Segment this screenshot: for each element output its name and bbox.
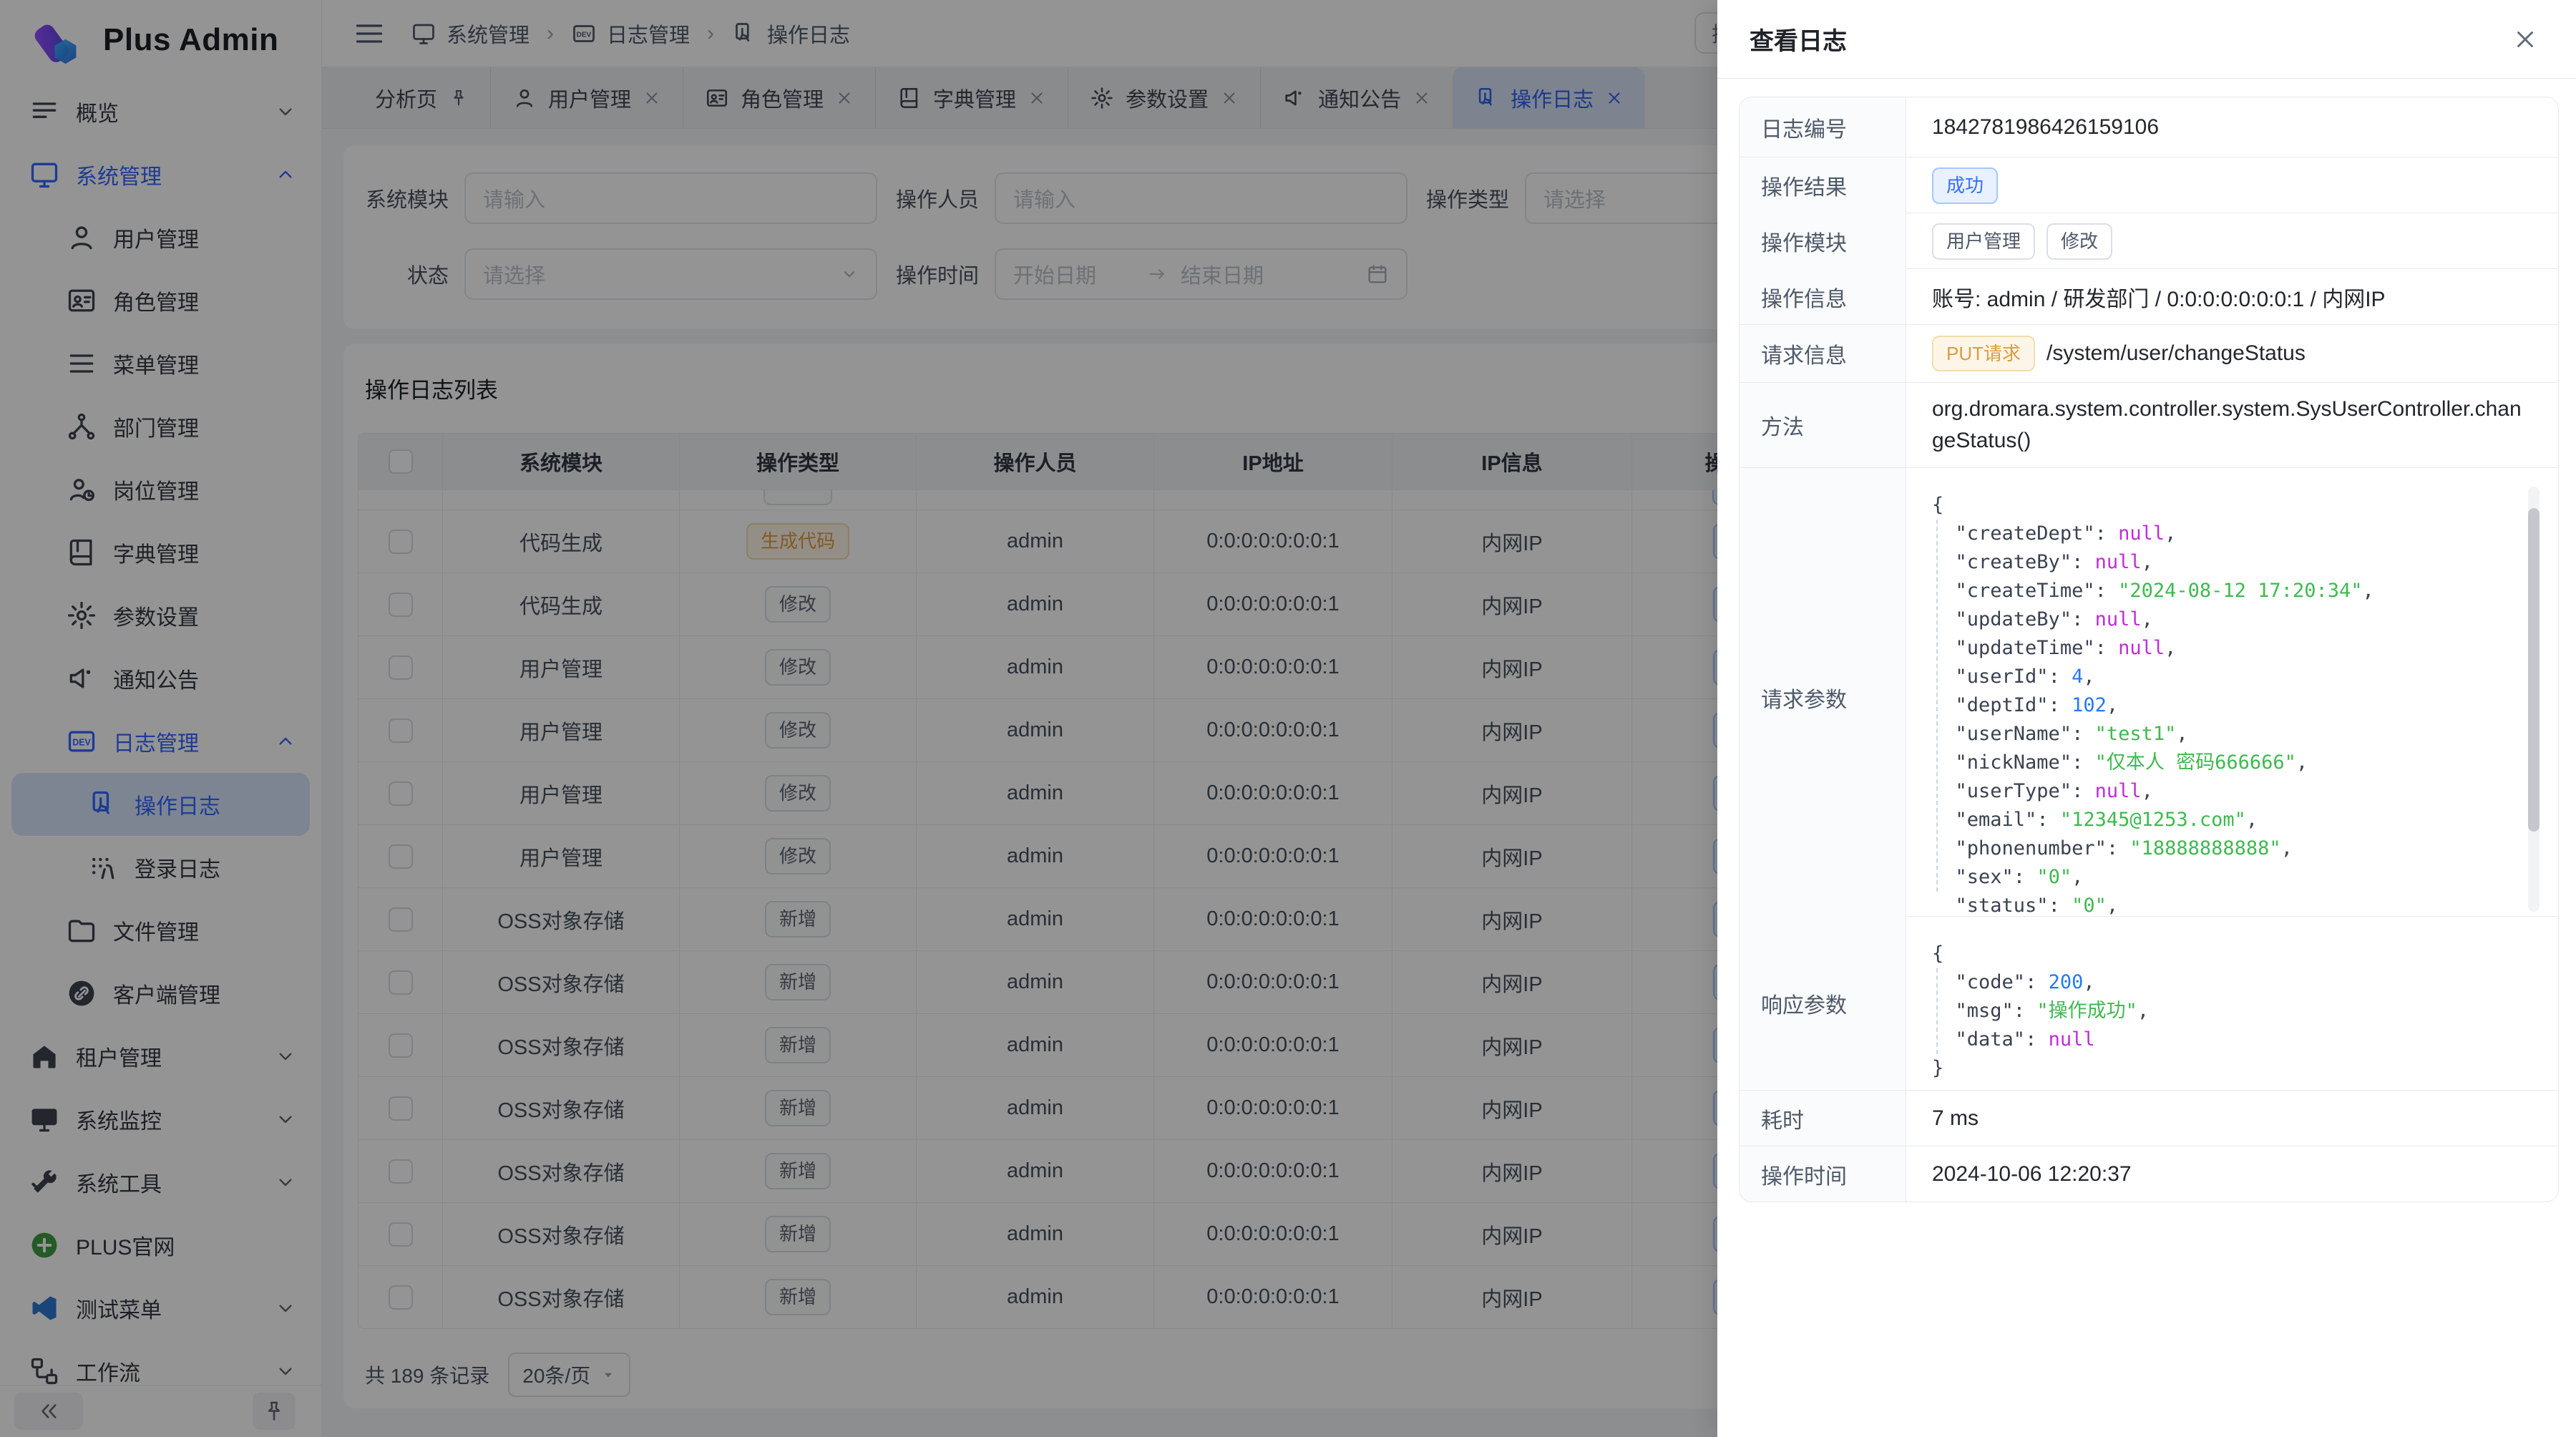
close-icon[interactable]	[2512, 26, 2539, 53]
drawer-row-操作结果: 操作结果成功	[1740, 157, 2558, 213]
drawer-row-请求信息: 请求信息PUT请求/system/user/changeStatus	[1740, 324, 2558, 382]
drawer-row-value: org.dromara.system.controller.system.Sys…	[1906, 383, 2558, 467]
drawer-value-tag: 修改	[2046, 223, 2112, 260]
indent-guide	[1936, 520, 1938, 892]
drawer-value-text: 1842781986426159106	[1932, 115, 2159, 140]
code-line: "createTime": "2024-08-12 17:20:34",	[1932, 577, 2544, 605]
view-log-drawer: 查看日志 日志编号1842781986426159106操作结果成功操作模块用户…	[1717, 0, 2576, 1437]
code-line: "status": "0",	[1932, 892, 2544, 920]
drawer-value-tag: 成功	[1932, 167, 1998, 204]
drawer-row-value: 账号: admin / 研发部门 / 0:0:0:0:0:0:0:1 / 内网I…	[1906, 269, 2558, 324]
drawer-value-text: 2024-10-06 12:20:37	[1932, 1162, 2132, 1187]
drawer-row-请求参数: 请求参数{ "createDept": null, "createBy": nu…	[1740, 467, 2558, 916]
drawer-title: 查看日志	[1750, 21, 1847, 57]
drawer-row-value: { "createDept": null, "createBy": null, …	[1906, 468, 2558, 927]
drawer-value-text: org.dromara.system.controller.system.Sys…	[1932, 394, 2532, 457]
drawer-row-value: 成功	[1906, 157, 2558, 214]
code-line: "email": "12345@1253.com",	[1932, 806, 2544, 834]
drawer-row-value: { "code": 200, "msg": "操作成功", "data": nu…	[1906, 917, 2558, 1090]
drawer-rows: 日志编号1842781986426159106操作结果成功操作模块用户管理修改操…	[1739, 97, 2559, 1202]
drawer-row-label: 请求信息	[1740, 325, 1906, 382]
drawer-value-tag: PUT请求	[1932, 336, 2035, 372]
code-line: "phonenumber": "18888888888",	[1932, 834, 2544, 863]
code-line: "sex": "0",	[1932, 863, 2544, 892]
drawer-row-操作模块: 操作模块用户管理修改	[1740, 213, 2558, 268]
code-line: {	[1932, 940, 2544, 968]
drawer-row-日志编号: 日志编号 1842781986426159106	[1740, 97, 2558, 157]
drawer-row-value: PUT请求/system/user/changeStatus	[1906, 325, 2558, 382]
code-line: "data": null	[1932, 1026, 2544, 1054]
drawer-row-value: 7 ms	[1906, 1091, 2558, 1146]
code-line: "updateBy": null,	[1932, 605, 2544, 634]
drawer-row-响应参数: 响应参数{ "code": 200, "msg": "操作成功", "data"…	[1740, 916, 2558, 1090]
drawer-row-label: 日志编号	[1740, 97, 1906, 157]
code-line: "msg": "操作成功",	[1932, 997, 2544, 1026]
code-line: "code": 200,	[1932, 968, 2544, 997]
code-line: "userType": null,	[1932, 777, 2544, 806]
drawer-value-text: 账号: admin / 研发部门 / 0:0:0:0:0:0:0:1 / 内网I…	[1932, 281, 2386, 313]
drawer-row-label: 请求参数	[1740, 468, 1906, 927]
drawer-header: 查看日志	[1717, 0, 2576, 79]
drawer-row-value: 1842781986426159106	[1906, 97, 2558, 157]
json-code-block: { "createDept": null, "createBy": null, …	[1932, 478, 2544, 920]
code-line: "createDept": null,	[1932, 520, 2544, 548]
drawer-value-text: /system/user/changeStatus	[2046, 341, 2306, 366]
drawer-row-方法: 方法 org.dromara.system.controller.system.S…	[1740, 382, 2558, 467]
drawer-row-label: 操作结果	[1740, 157, 1906, 214]
drawer-row-label: 操作信息	[1740, 269, 1906, 324]
code-line: "userId": 4,	[1932, 663, 2544, 691]
drawer-body: 日志编号1842781986426159106操作结果成功操作模块用户管理修改操…	[1717, 79, 2576, 1202]
scrollbar-thumb[interactable]	[2528, 508, 2540, 832]
drawer-row-label: 操作模块	[1740, 213, 1906, 270]
code-line: "createBy": null,	[1932, 548, 2544, 577]
drawer-value-text: 7 ms	[1932, 1106, 1979, 1131]
code-line: {	[1932, 491, 2544, 520]
code-line: "userName": "test1",	[1932, 720, 2544, 749]
drawer-row-耗时: 耗时 7 ms	[1740, 1090, 2558, 1146]
drawer-value-tag: 用户管理	[1932, 223, 2035, 260]
indent-guide	[1936, 968, 1938, 1054]
code-line: "updateTime": null,	[1932, 634, 2544, 663]
drawer-row-label: 方法	[1740, 383, 1906, 467]
code-line: "deptId": 102,	[1932, 691, 2544, 720]
json-code-block: { "code": 200, "msg": "操作成功", "data": nu…	[1932, 927, 2544, 1083]
drawer-row-操作时间: 操作时间 2024-10-06 12:20:37	[1740, 1146, 2558, 1202]
code-line: }	[1932, 1054, 2544, 1083]
drawer-row-label: 操作时间	[1740, 1146, 1906, 1202]
code-line: "nickName": "仅本人 密码666666",	[1932, 749, 2544, 777]
drawer-row-value: 用户管理修改	[1906, 213, 2558, 270]
drawer-row-label: 响应参数	[1740, 917, 1906, 1090]
drawer-row-value: 2024-10-06 12:20:37	[1906, 1146, 2558, 1202]
drawer-row-操作信息: 操作信息账号: admin / 研发部门 / 0:0:0:0:0:0:0:1 /…	[1740, 268, 2558, 324]
drawer-row-label: 耗时	[1740, 1091, 1906, 1146]
